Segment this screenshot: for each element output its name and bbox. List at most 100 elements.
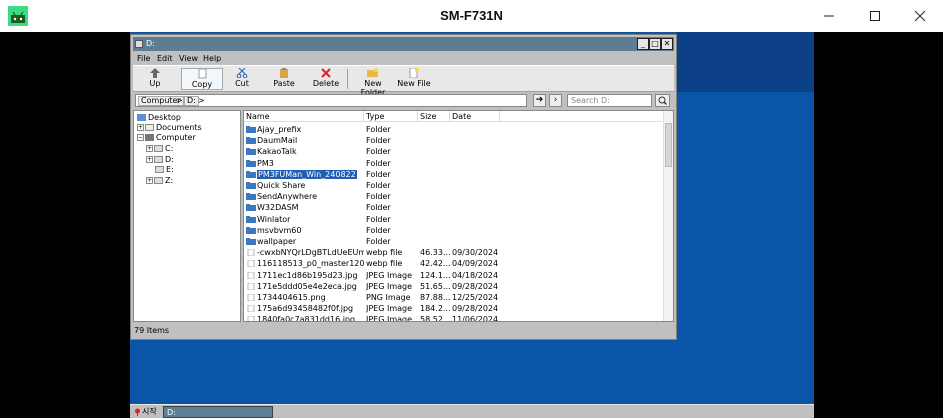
toolbar: Up Copy Cut Paste Delete New Folder New … [133,65,674,97]
table-row[interactable]: Quick Share Folder [244,180,662,191]
table-row[interactable]: Ajay_prefix Folder [244,124,662,135]
folder-icon [246,182,256,189]
column-size[interactable]: Size [418,111,450,122]
table-row[interactable]: 116118513_p0_master1200...webp file 42.42… [244,258,662,269]
address-field[interactable]: Computer > D: > [135,94,527,107]
start-label: 시작 [142,407,157,416]
new-folder-button[interactable]: New Folder [351,68,395,97]
cell-type: Folder [366,225,391,235]
column-date[interactable]: Date [450,111,500,122]
breadcrumb-d[interactable]: D: [184,96,199,106]
delete-label: Delete [312,79,340,88]
start-button[interactable]: 시작 [132,406,162,418]
file-name: msvbvm60 [257,225,302,235]
drive-icon [155,166,164,173]
cut-button[interactable]: Cut [229,68,255,90]
cell-type: Folder [366,192,391,202]
table-row[interactable]: Winlator Folder [244,214,662,225]
cell-type: webp file [366,248,403,258]
folder-tree[interactable]: Desktop + Documents − Computer + C: + D: E: … [133,110,241,322]
table-row[interactable]: 1840fa0c7a831dd16.jpg JPEG Image 58.52... 1… [244,314,662,322]
maximize-button[interactable] [852,0,898,32]
file-list[interactable]: Name Type Size Date Ajay_prefix Folder Dau… [243,110,674,322]
history-button[interactable]: › [549,94,562,107]
toolbar-separator [347,69,348,89]
tree-label: Desktop [148,113,181,122]
file-icon [247,271,255,279]
cell-name: 1711ec1d86b195d23.jpg [246,270,364,281]
search-button[interactable] [655,94,670,107]
file-icon [247,294,255,301]
minimize-button[interactable] [806,0,852,32]
cell-size: 184.2... [420,304,450,314]
tree-item-computer[interactable]: − Computer [137,132,196,143]
go-button[interactable]: ➔ [533,94,546,107]
paste-label: Paste [273,79,295,88]
close-button[interactable] [897,0,943,32]
taskbar-item-d[interactable]: D: [163,406,273,418]
copy-button[interactable]: Copy [181,68,223,90]
vertical-scrollbar[interactable] [663,111,673,321]
file-name: 1840fa0c7a831dd16.jpg [257,315,356,322]
table-row[interactable]: PM3FUMan_Win_240822 Folder [244,168,662,180]
device-screen[interactable]: D: _ □ ✕ File Edit View Help Up Copy Cut [0,32,943,418]
table-row[interactable]: -cwxbNYQrLDgBTLdUeEUmS...webp file 46.33.… [244,247,662,258]
tree-expander[interactable]: + [146,156,153,163]
cell-type: Folder [366,237,391,246]
paste-button[interactable]: Paste [269,68,299,90]
table-row[interactable]: 1734404615.png PNG Image 87.88... 12/25/202… [244,292,662,303]
tree-expander[interactable]: − [137,134,144,141]
cell-date: 12/25/2024 ... [452,293,500,302]
table-row[interactable]: SendAnywhere Folder [244,191,662,202]
menu-view[interactable]: View [179,53,198,65]
window-minimize-button[interactable]: _ [637,38,649,50]
menu-file[interactable]: File [137,53,150,65]
desktop-shade [676,32,814,92]
cell-size: 87.88... [420,293,450,302]
maximize-icon [870,11,880,21]
arrow-right-icon: ➔ [535,95,544,105]
table-row[interactable]: wallpaper Folder [244,236,662,247]
window-maximize-button[interactable]: □ [649,38,661,50]
cell-type: Folder [366,136,391,146]
cell-date: 09/28/2024 ... [452,304,500,314]
cell-date: 09/28/2024 ... [452,281,500,291]
tree-expander[interactable]: + [137,124,144,131]
tree-expander[interactable]: + [146,145,153,152]
tree-expander[interactable]: + [146,177,153,184]
drive-icon [154,156,163,163]
file-manager-window[interactable]: D: _ □ ✕ File Edit View Help Up Copy Cut [130,34,677,340]
table-row[interactable]: DaumMail Folder [244,135,662,146]
tree-item-c-drive[interactable]: + C: [146,143,173,154]
chevron-right-icon: › [553,95,558,105]
scrollbar-thumb[interactable] [665,123,672,167]
cell-size: 124.1... [420,270,450,280]
tree-item-e-drive[interactable]: E: [155,164,174,175]
table-row[interactable]: msvbvm60 Folder [244,225,662,236]
cell-name: wallpaper [246,236,364,247]
table-row[interactable]: 175a6d93458482f0f.jpg JPEG Image 184.2... 0… [244,303,662,314]
up-button[interactable]: Up [141,68,169,90]
column-type[interactable]: Type [364,111,418,122]
menu-help[interactable]: Help [203,53,221,65]
delete-button[interactable]: Delete [311,68,341,90]
cell-size: 51.65... [420,281,450,291]
menu-edit[interactable]: Edit [157,53,173,65]
table-row[interactable]: 171e5ddd05e4e2eca.jpg JPEG Image 51.65... 0… [244,281,662,292]
cell-name: 1840fa0c7a831dd16.jpg [246,314,364,322]
search-input[interactable]: Search D: [567,94,652,107]
cell-name: KakaoTalk [246,146,364,157]
cell-type: Folder [366,181,391,190]
window-titlebar[interactable]: D: _ □ ✕ [133,37,674,51]
table-row[interactable]: 1711ec1d86b195d23.jpg JPEG Image 124.1... 0… [244,270,662,281]
table-row[interactable]: PM3 Folder [244,158,662,169]
table-row[interactable]: KakaoTalk Folder [244,146,662,157]
breadcrumb-separator: > [198,96,205,105]
tree-item-z-drive[interactable]: + Z: [146,175,173,186]
file-name: wallpaper [257,237,297,246]
window-title: D: [146,39,155,48]
column-name[interactable]: Name [244,111,364,122]
table-row[interactable]: W32DASM Folder [244,202,662,213]
window-close-button[interactable]: ✕ [661,38,673,50]
new-file-button[interactable]: New File [397,68,431,90]
